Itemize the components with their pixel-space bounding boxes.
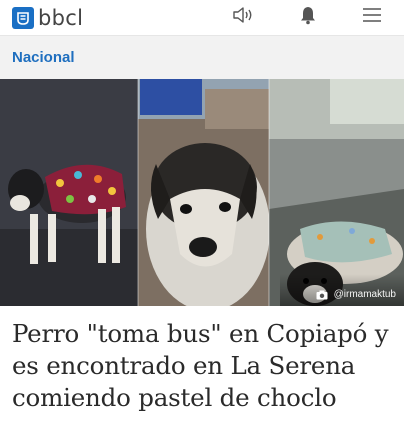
top-bar: bbcl xyxy=(0,0,404,35)
speaker-icon xyxy=(231,5,257,30)
menu-icon xyxy=(362,7,382,28)
photo-credit-text: @irmamaktub xyxy=(333,289,396,300)
bell-icon xyxy=(298,5,318,30)
photo-panel-left xyxy=(0,79,138,306)
photo-collage xyxy=(0,79,404,306)
notifications-button[interactable] xyxy=(276,0,340,35)
menu-button[interactable] xyxy=(340,0,404,35)
logo-mark-icon xyxy=(12,6,34,29)
article-photo[interactable]: @irmamaktub xyxy=(0,79,404,306)
photo-panel-middle xyxy=(138,79,270,306)
site-logo[interactable]: bbcl xyxy=(12,6,83,30)
logo-text: bbcl xyxy=(38,5,84,30)
article-headline[interactable]: Perro "toma bus" en Copiapó y es encontr… xyxy=(12,318,396,414)
section-bar: Nacional xyxy=(0,35,404,79)
audio-button[interactable] xyxy=(212,0,276,35)
photo-credit: @irmamaktub xyxy=(316,289,396,300)
photo-panel-right xyxy=(269,79,404,306)
camera-icon xyxy=(316,290,328,300)
section-link-nacional[interactable]: Nacional xyxy=(12,49,75,66)
